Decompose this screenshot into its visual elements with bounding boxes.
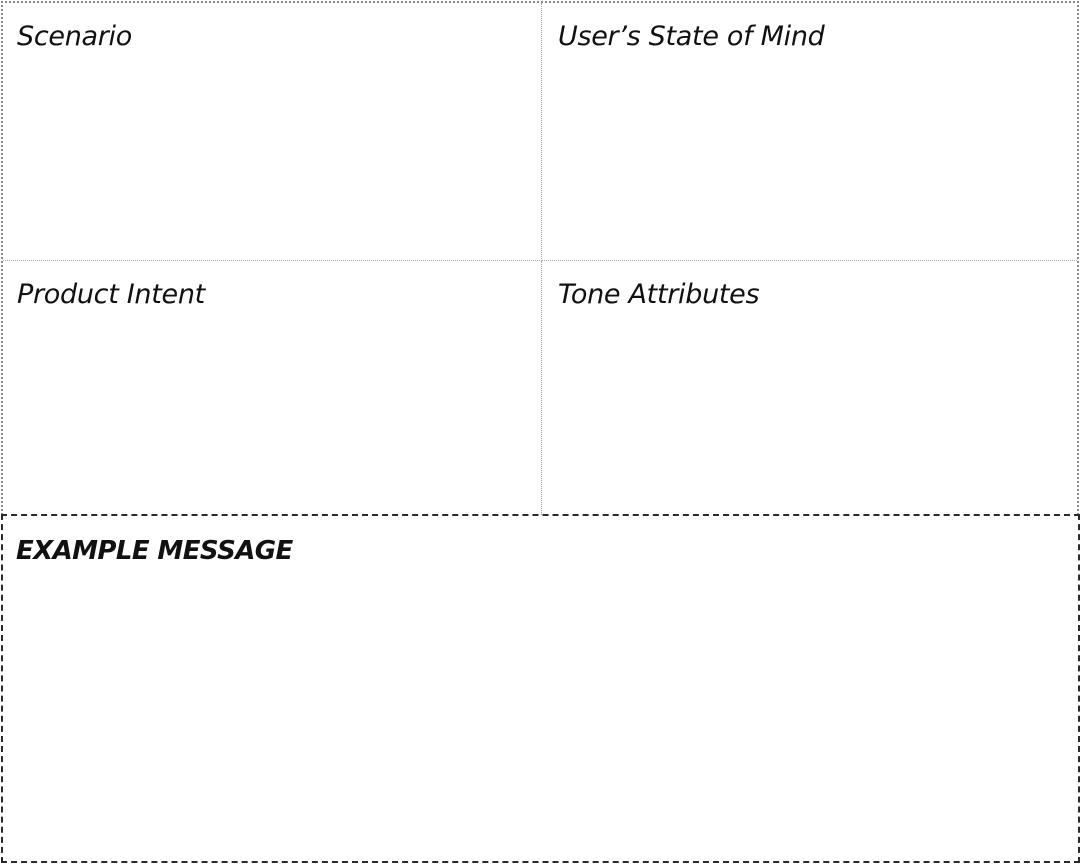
users-state-of-mind-label: User’s State of Mind (558, 21, 825, 52)
users-state-of-mind-cell[interactable]: User’s State of Mind (542, 3, 1077, 261)
scenario-label: Scenario (17, 21, 132, 52)
scenario-cell[interactable]: Scenario (3, 3, 542, 261)
example-message-label: EXAMPLE MESSAGE (16, 536, 293, 566)
tone-attributes-cell[interactable]: Tone Attributes (542, 261, 1077, 515)
worksheet-grid: Scenario User’s State of Mind Product In… (1, 1, 1079, 515)
voice-tone-worksheet: Scenario User’s State of Mind Product In… (0, 0, 1082, 865)
product-intent-label: Product Intent (17, 279, 205, 310)
tone-attributes-label: Tone Attributes (558, 279, 760, 310)
example-message-box[interactable]: EXAMPLE MESSAGE (1, 514, 1080, 863)
product-intent-cell[interactable]: Product Intent (3, 261, 542, 515)
